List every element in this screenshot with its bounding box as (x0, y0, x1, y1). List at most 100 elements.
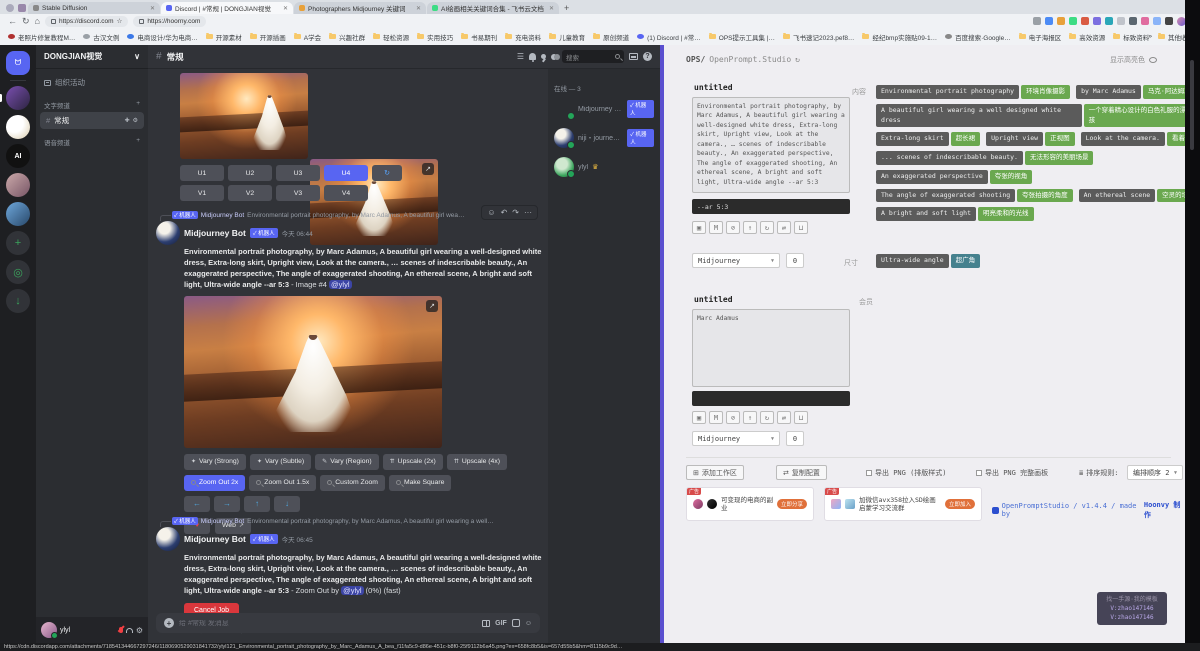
toolbar-button-icon[interactable]: ↻ (760, 221, 774, 234)
bookmark-item[interactable]: 开源插画 (250, 32, 286, 42)
voice-channels-section[interactable]: 语音频道+ (36, 129, 148, 149)
bookmark-item[interactable]: 轻松资源 (373, 32, 409, 42)
text-channels-section[interactable]: 文字频道+ (36, 92, 148, 112)
midjourney-action-button[interactable]: ✦Vary (Strong) (184, 454, 246, 470)
prompt-tag[interactable]: Look at the camera. 看着镜头 (1081, 132, 1200, 146)
prompt-tag[interactable]: Extra-long skirt 超长裙 (876, 132, 980, 146)
ad-banner[interactable]: 广告 加微信avx358拉入SD绘画启蒙学习交流群 立即加入 (824, 487, 982, 521)
u-button[interactable]: U3 (276, 165, 320, 181)
extension-icon[interactable] (1129, 17, 1137, 25)
expand-image-icon[interactable]: ↗ (422, 163, 434, 175)
mention[interactable]: @ylyl (329, 280, 351, 289)
sort-order-select[interactable]: 编排顺序 2▼ (1127, 465, 1183, 480)
highlight-toggle[interactable]: 显示高亮色 (1110, 55, 1157, 65)
back-icon[interactable]: ← (8, 17, 17, 26)
pinned-messages-icon[interactable] (541, 54, 546, 59)
toolbar-button-icon[interactable]: ⇄ (777, 411, 791, 424)
extension-icon[interactable] (1045, 17, 1053, 25)
extension-icon[interactable] (1081, 17, 1089, 25)
midjourney-zoom-button[interactable]: Zoom Out 1.5x (249, 475, 316, 491)
close-tab-icon[interactable]: ✕ (150, 5, 155, 12)
toolbar-button-icon[interactable]: ↻ (760, 411, 774, 424)
tab-stable-diffusion[interactable]: Stable Diffusion ✕ (28, 2, 160, 14)
forward-icon[interactable]: ↷ (512, 208, 519, 217)
extension-icon[interactable] (1105, 17, 1113, 25)
channel-item-changgui[interactable]: # 常规 ✚⚙ (40, 112, 144, 129)
prompt-tag[interactable]: A bright and soft light 明亮柔和的光线 (876, 207, 1034, 221)
toolbar-button-icon[interactable]: M (709, 411, 723, 424)
extension-icon[interactable] (1117, 17, 1125, 25)
avatar[interactable] (41, 622, 57, 638)
ad-button[interactable]: 立即加入 (945, 499, 975, 509)
midjourney-action-button[interactable]: ✎Vary (Region) (315, 454, 378, 470)
prompt-tag[interactable]: The angle of exaggerated shooting 夸张拍摄的角… (876, 189, 1073, 203)
bookmark-item[interactable]: 老照片修复教程M… (8, 32, 75, 42)
gear-icon[interactable]: ⚙ (136, 626, 143, 635)
toolbar-button-icon[interactable]: ⊘ (726, 221, 740, 234)
new-tab-button[interactable]: + (564, 3, 569, 13)
midjourney-result-image[interactable]: ↗ (184, 296, 442, 448)
count-stepper[interactable]: 0 (786, 431, 804, 446)
suffix-bar[interactable] (692, 391, 850, 406)
add-workspace-button[interactable]: ⊞添加工作区 (686, 465, 744, 480)
prompt-tag[interactable]: An ethereal scene 空灵的场景 (1079, 189, 1200, 203)
add-reaction-icon[interactable]: ☺ (487, 208, 495, 217)
member-item[interactable]: niji・journey … ✓ 机器人 (554, 128, 654, 148)
toolbar-button-icon[interactable]: ▣ (692, 221, 706, 234)
close-tab-icon[interactable]: ✕ (283, 5, 288, 12)
toolbar-button-icon[interactable]: ⊘ (726, 411, 740, 424)
expand-image-icon[interactable]: ↗ (426, 300, 438, 312)
close-tab-icon[interactable]: ✕ (416, 5, 421, 12)
prompt-tag[interactable]: ... scenes of indescribable beauty. 无法形容… (876, 151, 1093, 165)
gift-icon[interactable] (482, 620, 490, 627)
profile-icon[interactable] (6, 4, 14, 12)
add-server-button[interactable]: + (6, 231, 30, 255)
suffix-bar[interactable]: --ar 5:3 (692, 199, 850, 214)
add-channel-icon[interactable]: + (136, 137, 140, 147)
author-name[interactable]: Midjourney Bot (184, 534, 246, 544)
midjourney-action-button[interactable]: ⇈Upscale (4x) (447, 454, 507, 470)
pan-button[interactable]: ↓ (274, 496, 300, 512)
star-icon[interactable]: ☆ (117, 17, 123, 25)
bookmark-item[interactable]: 高效资源 (1069, 32, 1105, 42)
v-button[interactable]: V1 (180, 185, 224, 201)
refresh-icon[interactable]: ↻ (795, 55, 800, 64)
emoji-icon[interactable]: ☺ (525, 620, 532, 627)
bookmark-item[interactable]: 标致资料 (1113, 32, 1149, 42)
extension-icon[interactable] (1093, 17, 1101, 25)
server-icon[interactable]: AI (6, 144, 30, 168)
midjourney-zoom-button[interactable]: Zoom Out 2x (184, 475, 245, 491)
events-entry[interactable]: 组织活动 (36, 69, 148, 92)
gear-icon[interactable]: ⚙ (133, 117, 138, 124)
avatar[interactable] (156, 221, 180, 245)
pan-button[interactable]: → (214, 496, 240, 512)
extension-icon[interactable] (1057, 17, 1065, 25)
add-channel-icon[interactable]: + (136, 100, 140, 110)
home-icon[interactable]: ⌂ (35, 17, 40, 26)
tab-groups-icon[interactable] (18, 4, 26, 12)
bookmark-item[interactable]: 经纪bmp实施贴09-1… (862, 32, 937, 42)
tab-discord[interactable]: Discord | #常规 | DONGJIAN视觉 ✕ (161, 2, 293, 14)
bookmark-item[interactable]: 实用技巧 (417, 32, 453, 42)
bookmarks-overflow-icon[interactable]: » (1148, 33, 1152, 40)
extension-icon[interactable] (1069, 17, 1077, 25)
bookmark-item[interactable]: 充电资料 (505, 32, 541, 42)
u-button[interactable]: U1 (180, 165, 224, 181)
prompt-tag[interactable]: A beautiful girl wearing a well designed… (876, 104, 1200, 128)
bookmark-item[interactable]: 飞书速记2023.pef8… (783, 32, 854, 42)
midjourney-action-button[interactable]: ✦Vary (Subtle) (250, 454, 311, 470)
prompt-tag[interactable]: An exaggerated perspective 夸张的视角 (876, 170, 1032, 184)
server-icon[interactable] (6, 173, 30, 197)
bookmark-item[interactable]: OPS提示工具集 |… (709, 32, 775, 42)
server-icon[interactable] (6, 202, 30, 226)
attach-plus-icon[interactable]: + (164, 618, 174, 628)
prompt-textarea[interactable]: Marc Adamus (692, 309, 850, 387)
help-icon[interactable]: ? (643, 52, 652, 61)
reply-icon[interactable]: ↶ (501, 208, 508, 217)
discord-home-button[interactable]: ᗢ (6, 51, 30, 75)
engine-select[interactable]: Midjourney▼ (692, 253, 780, 268)
ad-banner[interactable]: 广告 可变现的电商的副业 立即分享 (686, 487, 814, 521)
inbox-icon[interactable] (629, 53, 638, 60)
member-list-icon[interactable] (551, 54, 557, 60)
u-button[interactable]: U4 (324, 165, 368, 181)
